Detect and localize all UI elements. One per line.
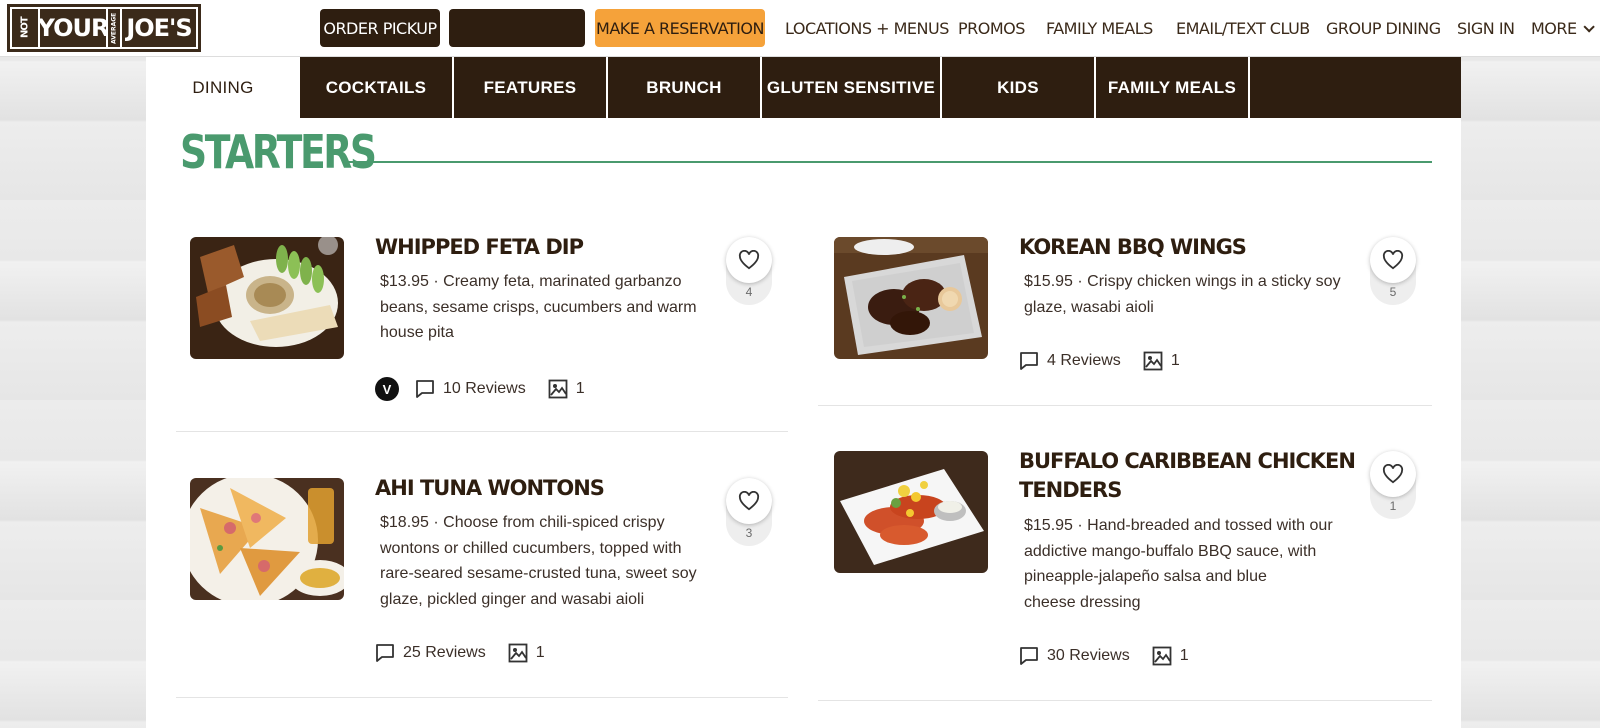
item-divider bbox=[818, 700, 1432, 701]
description-line: $15.95 · Crispy chicken wings in a stick… bbox=[1024, 273, 1341, 290]
heart-icon bbox=[738, 491, 760, 511]
logo-not: NOT bbox=[12, 9, 38, 47]
dish-name[interactable]: BUFFALO CARIBBEAN CHICKEN TENDERS bbox=[1019, 447, 1356, 505]
description-line: glaze, wasabi aioli bbox=[1024, 298, 1154, 316]
heart-icon bbox=[738, 250, 760, 270]
dish-description: $18.95 · Choose from chili-spiced crispy… bbox=[380, 510, 697, 612]
description-line: addictive mango-buffalo BBQ sauce, with bbox=[1024, 542, 1317, 560]
tab-family-meals[interactable]: FAMILY MEALS bbox=[1096, 57, 1250, 118]
comment-icon bbox=[1019, 646, 1039, 666]
description-line: $13.95 · Creamy feta, marinated garbanzo bbox=[380, 273, 682, 290]
photos-count[interactable]: 1 bbox=[576, 380, 585, 398]
favorite-widget: 3 bbox=[726, 478, 772, 546]
heart-icon bbox=[1382, 464, 1404, 484]
dish-name[interactable]: AHI TUNA WONTONS bbox=[375, 474, 605, 503]
description-line: glaze, pickled ginger and wasabi aioli bbox=[380, 590, 645, 608]
description-line: wontons or chilled cucumbers, topped wit… bbox=[380, 539, 682, 557]
nav-more-label: MORE bbox=[1531, 19, 1577, 38]
dish-name-line: BUFFALO CARIBBEAN CHICKEN bbox=[1019, 449, 1356, 473]
favorite-button[interactable] bbox=[726, 478, 772, 524]
favorite-count: 1 bbox=[1389, 499, 1397, 513]
tab-cocktails[interactable]: COCKTAILS bbox=[300, 57, 454, 118]
order-pickup-button[interactable]: ORDER PICKUP bbox=[320, 9, 440, 47]
item-meta: V 10 Reviews 1 bbox=[375, 377, 585, 401]
buffalo-caribbean-chicken-tenders-image[interactable] bbox=[834, 451, 988, 573]
item-meta: 4 Reviews 1 bbox=[1019, 351, 1180, 371]
tab-gluten-sensitive[interactable]: GLUTEN SENSITIVE bbox=[762, 57, 942, 118]
favorite-count: 4 bbox=[745, 285, 753, 299]
description-line: cheese dressing bbox=[1024, 593, 1141, 611]
favorite-count: 3 bbox=[745, 526, 753, 540]
reviews-link[interactable]: 25 Reviews bbox=[403, 644, 486, 662]
nav-email-text-club[interactable]: EMAIL/TEXT CLUB bbox=[1176, 0, 1310, 57]
dish-description: $15.95 · Hand-breaded and tossed with ou… bbox=[1024, 513, 1333, 615]
description-line: $18.95 · Choose from chili-spiced crispy bbox=[380, 514, 665, 531]
comment-icon bbox=[1019, 351, 1039, 371]
reviews-link[interactable]: 30 Reviews bbox=[1047, 647, 1130, 665]
reviews-link[interactable]: 4 Reviews bbox=[1047, 352, 1121, 370]
menu-panel: DINING COCKTAILS FEATURES BRUNCH GLUTEN … bbox=[146, 57, 1461, 728]
top-header: NOT YOUR AVERAGE JOE'S ORDER PICKUP MAKE… bbox=[0, 0, 1600, 57]
description-line: rare-seared sesame-crusted tuna, sweet s… bbox=[380, 565, 697, 582]
make-reservation-button[interactable]: MAKE A RESERVATION bbox=[595, 9, 765, 47]
tab-kids[interactable]: KIDS bbox=[942, 57, 1096, 118]
logo-your: YOUR bbox=[38, 9, 109, 47]
logo-joes: JOE'S bbox=[122, 9, 196, 47]
dish-name-line: TENDERS bbox=[1019, 478, 1122, 502]
nav-locations-menus[interactable]: LOCATIONS + MENUS bbox=[785, 0, 949, 57]
description-line: beans, sesame crisps, cucumbers and warm bbox=[380, 298, 697, 316]
favorite-button[interactable] bbox=[726, 237, 772, 283]
nav-promos[interactable]: PROMOS bbox=[958, 0, 1025, 57]
comment-icon bbox=[375, 643, 395, 663]
nav-group-dining[interactable]: GROUP DINING bbox=[1326, 0, 1441, 57]
dish-description: $13.95 · Creamy feta, marinated garbanzo… bbox=[380, 269, 697, 346]
reviews-link[interactable]: 10 Reviews bbox=[443, 380, 526, 398]
favorite-widget: 5 bbox=[1370, 237, 1416, 305]
image-icon bbox=[1143, 351, 1163, 371]
site-logo[interactable]: NOT YOUR AVERAGE JOE'S bbox=[7, 4, 201, 52]
vegetarian-badge: V bbox=[375, 377, 399, 401]
image-icon bbox=[548, 379, 568, 399]
tab-dining[interactable]: DINING bbox=[146, 57, 300, 118]
menu-tabs: DINING COCKTAILS FEATURES BRUNCH GLUTEN … bbox=[146, 57, 1461, 118]
description-line: house pita bbox=[380, 324, 454, 341]
item-divider bbox=[176, 431, 788, 432]
nav-family-meals[interactable]: FAMILY MEALS bbox=[1046, 0, 1153, 57]
favorite-button[interactable] bbox=[1370, 237, 1416, 283]
item-divider bbox=[818, 405, 1432, 406]
ahi-tuna-wontons-image[interactable] bbox=[190, 478, 344, 600]
chevron-down-icon bbox=[1583, 20, 1595, 33]
nav-more[interactable]: MORE bbox=[1531, 0, 1595, 57]
comment-icon bbox=[415, 379, 435, 399]
nav-sign-in[interactable]: SIGN IN bbox=[1457, 0, 1515, 57]
photos-count[interactable]: 1 bbox=[1180, 647, 1189, 665]
item-meta: 30 Reviews 1 bbox=[1019, 646, 1189, 666]
description-line: $15.95 · Hand-breaded and tossed with ou… bbox=[1024, 517, 1333, 534]
description-line: pineapple-jalapeño salsa and blue bbox=[1024, 568, 1267, 585]
image-icon bbox=[508, 643, 528, 663]
whipped-feta-dip-image[interactable] bbox=[190, 237, 344, 359]
section-title: STARTERS bbox=[180, 125, 377, 179]
item-meta: 25 Reviews 1 bbox=[375, 643, 545, 663]
favorite-widget: 4 bbox=[726, 237, 772, 305]
section-divider bbox=[342, 161, 1432, 163]
favorite-button[interactable] bbox=[1370, 451, 1416, 497]
photos-count[interactable]: 1 bbox=[1171, 352, 1180, 370]
photos-count[interactable]: 1 bbox=[536, 644, 545, 662]
tab-brunch[interactable]: BRUNCH bbox=[608, 57, 762, 118]
dish-description: $15.95 · Crispy chicken wings in a stick… bbox=[1024, 269, 1341, 320]
dish-name[interactable]: WHIPPED FETA DIP bbox=[375, 233, 584, 262]
korean-bbq-wings-image[interactable] bbox=[834, 237, 988, 359]
image-icon bbox=[1152, 646, 1172, 666]
logo-average: AVERAGE bbox=[108, 9, 120, 47]
blank-header-button[interactable] bbox=[449, 9, 585, 47]
item-divider bbox=[176, 697, 788, 698]
favorite-widget: 1 bbox=[1370, 451, 1416, 519]
heart-icon bbox=[1382, 250, 1404, 270]
dish-name[interactable]: KOREAN BBQ WINGS bbox=[1019, 233, 1247, 262]
favorite-count: 5 bbox=[1389, 285, 1397, 299]
tab-features[interactable]: FEATURES bbox=[454, 57, 608, 118]
